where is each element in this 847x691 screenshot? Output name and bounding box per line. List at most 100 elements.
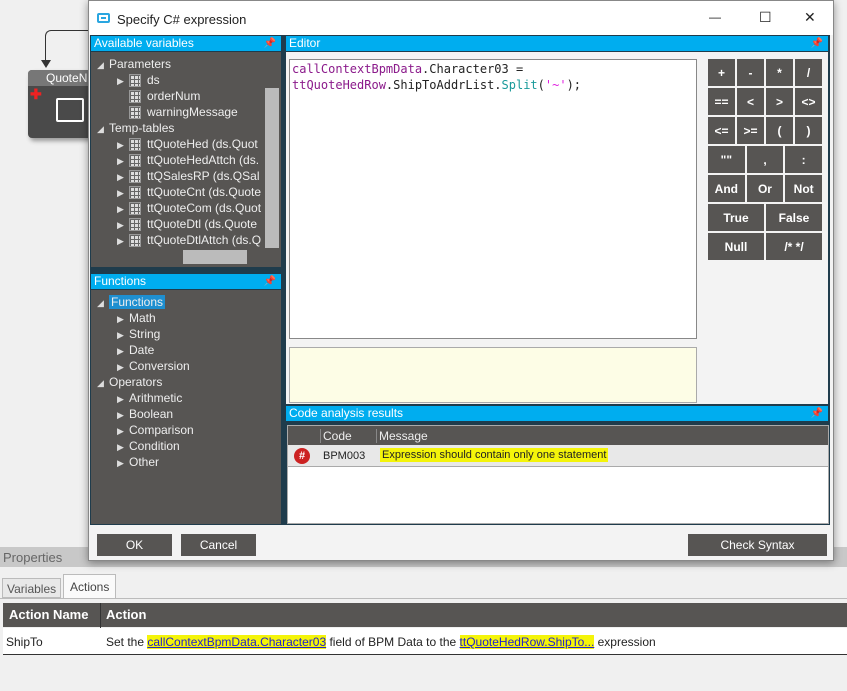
keypad-button[interactable]: - [736,58,765,87]
expression-link[interactable]: ttQuoteHedRow.ShipTo... [459,635,595,649]
bpm-field-link[interactable]: callContextBpmData.Character03 [147,635,327,649]
action-name-cell: ShipTo [6,635,43,649]
error-icon: # [294,448,310,464]
tree-item[interactable]: ▶ Conversion [91,358,281,374]
item-label: ttQSalesRP (ds.QSal [147,169,260,183]
tab-actions[interactable]: Actions [63,574,117,598]
tree-item[interactable]: ▶ Other [91,454,281,470]
code-token: Split [501,78,538,92]
keypad-button[interactable]: == [707,87,736,116]
keypad-button[interactable]: <= [707,116,736,145]
item-label: ttQuoteDtl (ds.Quote [147,217,258,231]
variables-header: Available variables 📌 [91,36,281,51]
item-label: Date [129,343,155,357]
tree-item[interactable]: ▶ Comparison [91,422,281,438]
column-header-message[interactable]: Message [376,429,428,443]
horizontal-scrollbar[interactable] [183,250,247,264]
pin-icon[interactable]: 📌 [264,274,276,289]
keypad-button[interactable]: Null [707,232,765,261]
tree-item[interactable]: ▶ String [91,326,281,342]
keypad-button[interactable]: * [765,58,794,87]
tree-item[interactable]: warningMessage [91,104,281,120]
properties-title: Properties [3,550,63,565]
expand-arrow-icon: ▶ [117,346,124,356]
tree-item[interactable]: ▶ Math [91,310,281,326]
tree-group-temp-tables[interactable]: ◢ Temp-tables [91,120,281,136]
keypad-button[interactable]: / [794,58,823,87]
expand-arrow-icon: ▶ [117,330,124,340]
tree-group-functions[interactable]: ◢ Functions [91,294,281,310]
tree-item[interactable]: ▶ Date [91,342,281,358]
code-token: .ShipToAddrList. [385,78,502,92]
keypad-button[interactable]: > [765,87,794,116]
tree-item[interactable]: orderNum [91,88,281,104]
tree-item[interactable]: ▶ ttQuoteCnt (ds.Quote [91,184,281,200]
maximize-button[interactable]: ☐ [759,9,772,26]
tree-item[interactable]: ▶ ttQuoteHedAttch (ds. [91,152,281,168]
variables-tree: ◢ Parameters ▶ ds orderNum warningMessage … [91,52,281,267]
code-token: callContextBpmData [292,62,423,76]
expand-arrow-icon: ▶ [117,458,124,468]
keypad-button[interactable]: ( [765,116,794,145]
keypad-button[interactable]: True [707,203,765,232]
pin-icon[interactable]: 📌 [264,36,276,51]
tree-item[interactable]: ▶ ttQuoteHed (ds.Quot [91,136,281,152]
keypad-button[interactable]: , [745,145,785,174]
variables-header-label: Available variables [94,36,194,50]
variable-icon [129,90,141,104]
item-label: ttQuoteHed (ds.Quot [147,137,258,151]
item-label: orderNum [147,89,201,103]
tree-item[interactable]: ▶ ttQSalesRP (ds.QSal [91,168,281,184]
item-label: Conversion [129,359,190,373]
table-icon [129,154,141,168]
check-syntax-button[interactable]: Check Syntax [688,534,827,556]
functions-header: Functions 📌 [91,274,281,289]
keypad-button[interactable]: ) [794,116,823,145]
keypad-button[interactable]: >= [736,116,765,145]
cancel-button[interactable]: Cancel [181,534,256,556]
tree-item[interactable]: ▶ Arithmetic [91,390,281,406]
close-button[interactable]: ✕ [804,9,816,26]
pin-icon[interactable]: 📌 [811,36,823,51]
code-token: ttQuoteHedRow [292,78,386,92]
tab-divider [0,598,847,599]
table-icon [129,186,141,200]
keypad-button[interactable]: "" [707,145,746,174]
minimize-button[interactable]: — [709,10,721,24]
vertical-scrollbar[interactable] [265,88,279,248]
tree-item[interactable]: ▶ ttQuoteDtlAttch (ds.Q [91,232,281,248]
editor-header: Editor 📌 [286,36,828,51]
expand-arrow-icon: ▶ [117,140,124,150]
pin-icon[interactable]: 📌 [811,406,823,421]
expand-arrow-icon: ▶ [117,156,124,166]
analysis-header-label: Code analysis results [289,406,404,420]
tree-item[interactable]: ▶ ttQuoteCom (ds.Quot [91,200,281,216]
tree-group-parameters[interactable]: ◢ Parameters [91,56,281,72]
keypad-button[interactable]: False [765,203,823,232]
keypad-button[interactable]: Or [745,174,785,203]
tree-item[interactable]: ▶ Boolean [91,406,281,422]
expand-arrow-icon: ▶ [117,362,124,372]
tree-group-operators[interactable]: ◢ Operators [91,374,281,390]
keypad-button[interactable]: And [707,174,746,203]
keypad-button[interactable]: Not [784,174,823,203]
analysis-table: Code Message # BPM003 Expression should … [287,425,829,524]
code-editor[interactable]: callContextBpmData.Character03 = ttQuote… [289,59,697,339]
keypad-button[interactable]: : [784,145,823,174]
keypad-button[interactable]: + [707,58,736,87]
keypad-button[interactable]: /* */ [765,232,823,261]
group-label: Parameters [109,57,172,71]
keypad-button[interactable]: <> [794,87,823,116]
tree-item[interactable]: ▶ ds [91,72,281,88]
column-header-action[interactable]: Action [106,607,146,622]
code-token: '~' [544,78,567,92]
connector-line [45,30,90,65]
tree-item[interactable]: ▶ ttQuoteDtl (ds.Quote [91,216,281,232]
column-header-code[interactable]: Code [320,429,352,443]
ok-button[interactable]: OK [97,534,172,556]
keypad-button[interactable]: < [736,87,765,116]
table-row[interactable]: # BPM003 Expression should contain only … [288,445,828,467]
tab-variables[interactable]: Variables [2,578,62,598]
column-header-action-name[interactable]: Action Name [9,607,88,622]
tree-item[interactable]: ▶ Condition [91,438,281,454]
